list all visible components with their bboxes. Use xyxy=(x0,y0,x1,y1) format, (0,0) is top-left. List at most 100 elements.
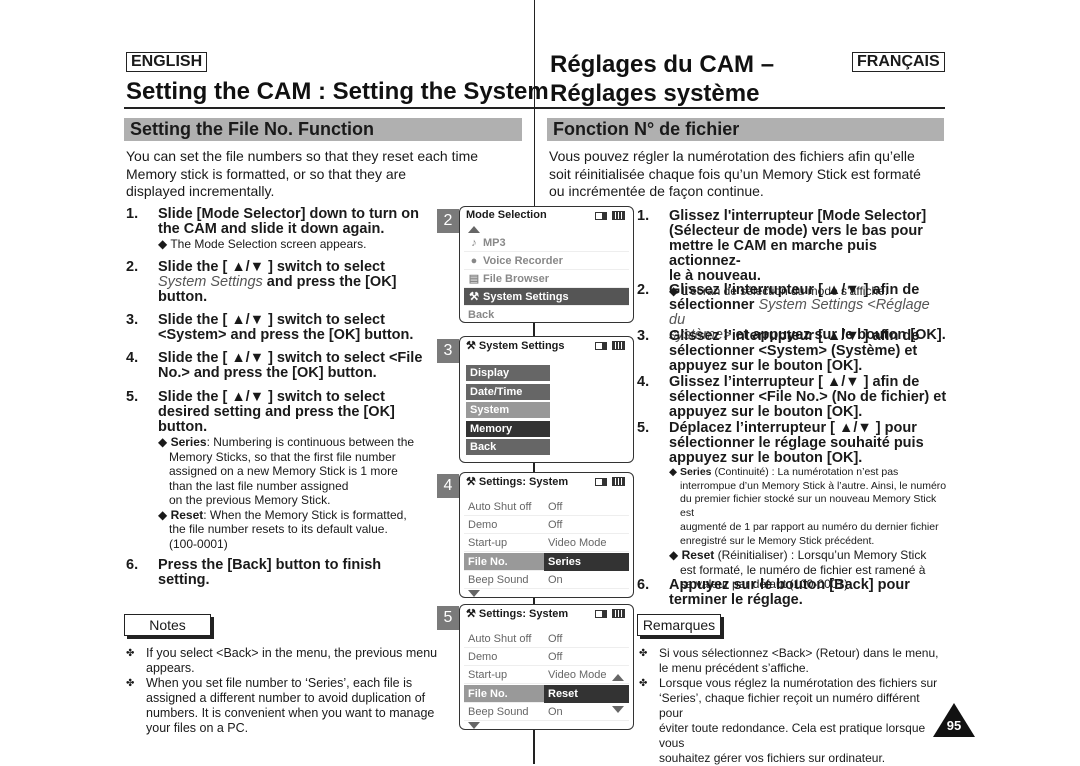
french-notes-heading: Remarques xyxy=(637,614,721,636)
setting-row-beep-sound[interactable]: Beep Sound On xyxy=(464,571,629,589)
step-number: 5. xyxy=(126,389,139,405)
step-number: 2. xyxy=(126,259,139,275)
system-settings-menu-name: System Settings xyxy=(158,274,263,290)
french-section-heading: Fonction N° de fichier xyxy=(547,118,944,141)
french-step-3: 3. Glissez l’interrupteur [ ▲/▼ ] afin d… xyxy=(637,328,920,374)
step-number: 6. xyxy=(126,557,139,573)
english-note-2: ✤ When you set file number to ‘Series’, … xyxy=(126,676,435,735)
english-notes-heading: Notes xyxy=(124,614,211,636)
english-title-rule xyxy=(124,107,534,109)
setting-row-start-up[interactable]: Start-up Video Mode xyxy=(464,666,629,684)
tools-icon: ⚒ xyxy=(466,608,479,620)
menu-item-back[interactable]: Back xyxy=(466,439,550,455)
file-icon: ▤ xyxy=(468,273,480,285)
english-intro: You can set the file numbers so that the… xyxy=(126,148,478,201)
battery-icon xyxy=(612,609,625,618)
series-explanation: ◆ Series (Continuité) : La numérotation … xyxy=(669,466,947,547)
setting-row-start-up[interactable]: Start-up Video Mode xyxy=(464,534,629,552)
step-text: Slide the [ ▲/▼ ] switch to select <File xyxy=(158,350,423,366)
battery-icon xyxy=(612,477,625,486)
menu-item-back[interactable]: Back xyxy=(464,306,629,322)
english-step-5: 5. Slide the [ ▲/▼ ] switch to select de… xyxy=(126,390,436,551)
intro-line: ou incrémentée de façon continue. xyxy=(549,183,764,199)
menu-item-date-time[interactable]: Date/Time xyxy=(466,384,550,400)
step-text: button. xyxy=(158,419,208,435)
step-number: 4. xyxy=(126,350,139,366)
series-explanation: ◆ Series: Numbering is continuous betwee… xyxy=(158,435,415,507)
step-note: ◆ The Mode Selection screen appears. xyxy=(158,237,367,251)
setting-row-auto-shut-off[interactable]: Auto Shut off Off xyxy=(464,498,629,516)
step-text: Press the [Back] button to finish xyxy=(158,557,382,573)
step-text: <System> and press the [OK] button. xyxy=(158,327,414,343)
setting-row-file-no[interactable]: File No. Series xyxy=(464,553,629,571)
french-note-1: ✤ Si vous sélectionnez <Back> (Retour) d… xyxy=(639,646,939,675)
memory-card-icon xyxy=(595,212,607,220)
menu-item-voice-recorder[interactable]: ● Voice Recorder xyxy=(464,252,629,270)
menu-item-memory[interactable]: Memory xyxy=(466,421,550,437)
screen-step-number: 4 xyxy=(437,474,459,498)
english-section-heading: Setting the File No. Function xyxy=(124,118,522,141)
english-step-6: 6. Press the [Back] button to finish set… xyxy=(126,558,431,588)
reset-explanation: ◆ Reset: When the Memory Stick is format… xyxy=(158,507,407,551)
screen-step-number: 3 xyxy=(437,339,459,363)
step-text: Slide the [ ▲/▼ ] switch to select xyxy=(158,312,385,328)
english-note-1: ✤ If you select <Back> in the menu, the … xyxy=(126,646,438,675)
series-label: Series xyxy=(170,435,207,449)
step-text: the CAM and slide it down again. xyxy=(158,221,385,237)
screen-title: ⚒ System Settings xyxy=(466,340,565,352)
reset-label: Reset xyxy=(681,548,715,563)
step-number: 1. xyxy=(126,206,139,222)
step-text: button. xyxy=(158,289,208,305)
french-step-4: 4. Glissez l’interrupteur [ ▲/▼ ] afin d… xyxy=(637,374,947,420)
step-number: 4. xyxy=(637,374,650,390)
screen-step-number: 2 xyxy=(437,209,459,233)
setting-row-auto-shut-off[interactable]: Auto Shut off Off xyxy=(464,630,629,648)
step-number: 3. xyxy=(637,328,650,344)
step-text: Slide the [ ▲/▼ ] switch to select xyxy=(158,389,385,405)
reset-label: Reset xyxy=(170,507,204,522)
english-step-1: 1. Slide [Mode Selector] down to turn on… xyxy=(126,207,431,252)
menu-item-system[interactable]: System xyxy=(466,402,550,418)
screen-title: ⚒ Settings: System xyxy=(466,608,569,620)
step-text: No.> and press the [OK] button. xyxy=(158,365,377,381)
menu-item-file-browser[interactable]: ▤ File Browser xyxy=(464,270,629,288)
bullet-icon: ✤ xyxy=(639,648,648,659)
french-note-2: ✤ Lorsque vous réglez la numérotation de… xyxy=(639,676,938,765)
scroll-down-arrow-icon xyxy=(468,590,480,597)
bullet-icon: ✤ xyxy=(639,678,648,689)
screen-step-number: 5 xyxy=(437,606,459,630)
memory-card-icon xyxy=(595,342,607,350)
bullet-icon: ✤ xyxy=(126,648,135,659)
setting-row-file-no[interactable]: File No. Reset xyxy=(464,685,629,703)
step-number: 6. xyxy=(637,577,650,593)
english-step-3: 3. Slide the [ ▲/▼ ] switch to select <S… xyxy=(126,313,431,343)
french-page-title-line2: Réglages système xyxy=(550,80,760,107)
french-step-6: 6. Appuyez sur le bouton [Back] pour ter… xyxy=(637,577,910,608)
battery-icon xyxy=(612,211,625,220)
settings-system-screen-series: ⚒ Settings: System Auto Shut off Off Demo… xyxy=(459,472,634,598)
step-number: 1. xyxy=(637,208,650,224)
setting-row-demo[interactable]: Demo Off xyxy=(464,648,629,666)
screen-connector xyxy=(533,730,534,764)
screen-connector xyxy=(533,322,534,336)
setting-row-beep-sound[interactable]: Beep Sound On xyxy=(464,703,629,721)
step-number: 5. xyxy=(637,420,650,436)
menu-item-system-settings[interactable]: ⚒ System Settings xyxy=(464,288,629,306)
intro-line: Memory stick is formatted, or so that th… xyxy=(126,165,407,182)
memory-card-icon xyxy=(595,478,607,486)
menu-item-mp3[interactable]: ♪ MP3 xyxy=(464,234,629,252)
menu-item-display[interactable]: Display xyxy=(466,365,550,381)
french-page-title-line1: Réglages du CAM – xyxy=(550,51,775,78)
tools-icon: ⚒ xyxy=(469,291,479,303)
memory-card-icon xyxy=(595,610,607,618)
intro-line: Vous pouvez régler la numérotation des f… xyxy=(549,148,915,164)
setting-row-demo[interactable]: Demo Off xyxy=(464,516,629,534)
french-title-rule xyxy=(535,107,945,109)
intro-line: displayed incrementally. xyxy=(126,183,275,199)
scroll-up-arrow-icon xyxy=(468,226,480,233)
bullet-icon: ✤ xyxy=(126,678,135,689)
french-intro: Vous pouvez régler la numérotation des f… xyxy=(549,148,921,201)
mode-selection-screen: Mode Selection ♪ MP3 ● Voice Recorder ▤ Fil… xyxy=(459,206,634,323)
option-up-arrow-icon[interactable] xyxy=(612,674,624,681)
battery-icon xyxy=(612,341,625,350)
